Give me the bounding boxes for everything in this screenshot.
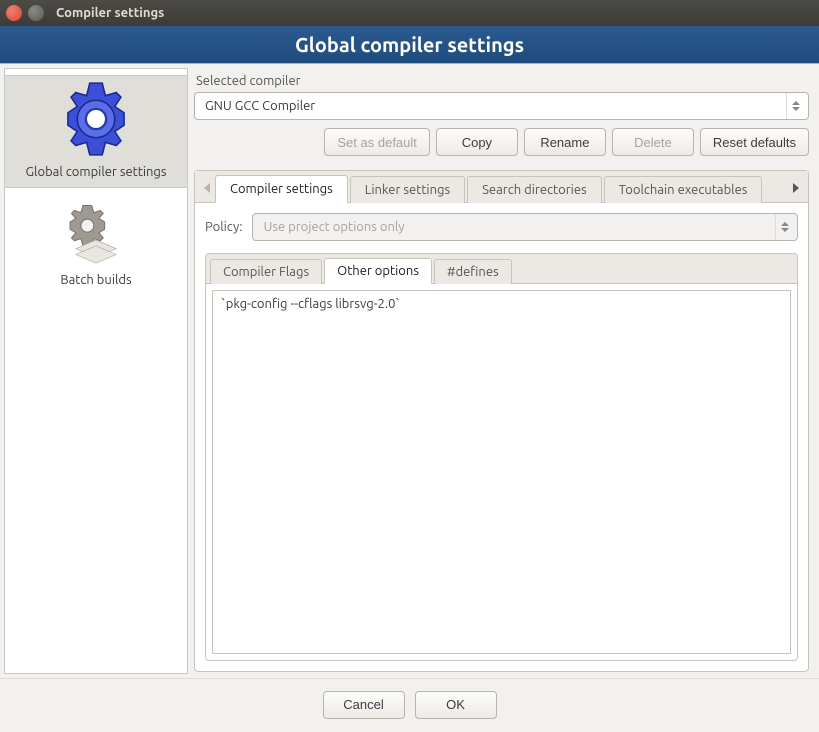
sidebar: Global compiler settings Batch builds bbox=[4, 68, 188, 674]
reset-defaults-button[interactable]: Reset defaults bbox=[700, 128, 809, 156]
banner-title: Global compiler settings bbox=[295, 33, 524, 56]
subtabs-panel: Compiler Flags Other options #defines bbox=[205, 253, 798, 661]
tab-toolchain-executables[interactable]: Toolchain executables bbox=[604, 176, 763, 203]
subtab-other-options[interactable]: Other options bbox=[324, 258, 432, 284]
subtabbar: Compiler Flags Other options #defines bbox=[206, 254, 797, 284]
rename-button[interactable]: Rename bbox=[524, 128, 606, 156]
compiler-select[interactable]: GNU GCC Compiler bbox=[194, 92, 809, 120]
dialog-footer: Cancel OK bbox=[0, 678, 819, 730]
window-minimize-button[interactable] bbox=[28, 5, 44, 21]
banner: Global compiler settings bbox=[0, 26, 819, 64]
tab-body: Policy: Use project options only Compile… bbox=[195, 203, 808, 671]
policy-row: Policy: Use project options only bbox=[205, 213, 798, 241]
chevron-updown-icon bbox=[775, 214, 793, 240]
subtab-defines[interactable]: #defines bbox=[434, 259, 512, 284]
policy-label: Policy: bbox=[205, 220, 242, 234]
policy-select[interactable]: Use project options only bbox=[252, 213, 798, 241]
subtab-compiler-flags[interactable]: Compiler Flags bbox=[210, 259, 322, 284]
compiler-select-value: GNU GCC Compiler bbox=[205, 99, 786, 113]
content-area: Selected compiler GNU GCC Compiler Set a… bbox=[192, 68, 815, 674]
tab-compiler-settings[interactable]: Compiler settings bbox=[215, 175, 348, 203]
delete-button[interactable]: Delete bbox=[612, 128, 694, 156]
sidebar-item-global-compiler-settings[interactable]: Global compiler settings bbox=[5, 75, 187, 188]
copy-button[interactable]: Copy bbox=[436, 128, 518, 156]
titlebar: Compiler settings bbox=[0, 0, 819, 26]
sidebar-item-batch-builds[interactable]: Batch builds bbox=[5, 198, 187, 295]
compiler-buttons-row: Set as default Copy Rename Delete Reset … bbox=[194, 128, 809, 156]
policy-select-value: Use project options only bbox=[263, 220, 775, 234]
tab-scroll-left-icon[interactable] bbox=[199, 174, 215, 202]
tab-linker-settings[interactable]: Linker settings bbox=[350, 176, 465, 203]
tabbar: Compiler settings Linker settings Search… bbox=[195, 171, 808, 203]
tab-scroll-right-icon[interactable] bbox=[788, 174, 804, 202]
selected-compiler-label: Selected compiler bbox=[196, 74, 809, 88]
tab-search-directories[interactable]: Search directories bbox=[467, 176, 602, 203]
tabs-panel: Compiler settings Linker settings Search… bbox=[194, 170, 809, 672]
set-as-default-button[interactable]: Set as default bbox=[324, 128, 430, 156]
other-options-textarea[interactable] bbox=[212, 290, 791, 654]
chevron-updown-icon bbox=[786, 93, 804, 119]
gear-icon bbox=[57, 80, 135, 161]
ok-button[interactable]: OK bbox=[415, 691, 497, 719]
window-close-button[interactable] bbox=[6, 5, 22, 21]
sidebar-item-label: Global compiler settings bbox=[25, 165, 166, 179]
cancel-button[interactable]: Cancel bbox=[323, 691, 405, 719]
sidebar-item-label: Batch builds bbox=[60, 273, 131, 287]
gear-stack-icon bbox=[60, 204, 132, 269]
window-title: Compiler settings bbox=[56, 6, 164, 20]
